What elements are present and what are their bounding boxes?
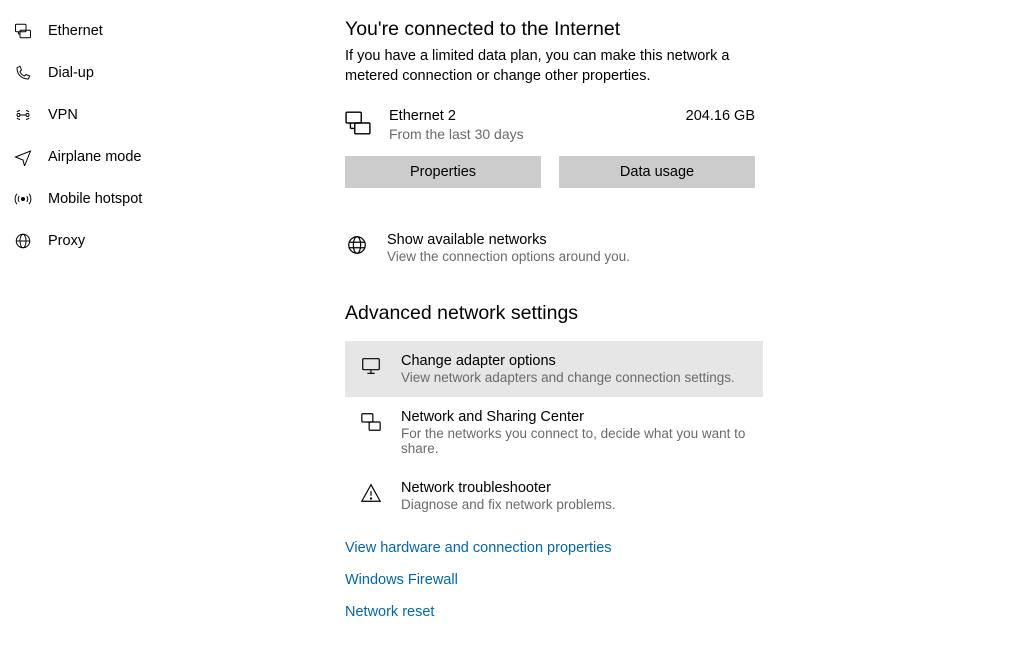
option-title: Network and Sharing Center xyxy=(401,409,749,425)
show-available-networks[interactable]: Show available networks View the connect… xyxy=(345,220,765,276)
ethernet-icon xyxy=(14,22,32,40)
sidebar-item-label: VPN xyxy=(48,107,78,123)
change-adapter-options[interactable]: Change adapter options View network adap… xyxy=(345,341,763,397)
sidebar-item-label: Airplane mode xyxy=(48,149,142,165)
airplane-icon xyxy=(14,148,32,166)
sidebar-item-hotspot[interactable]: Mobile hotspot xyxy=(0,178,305,220)
connection-name: Ethernet 2 xyxy=(389,108,524,124)
option-sub: View network adapters and change connect… xyxy=(401,370,735,385)
sidebar-item-proxy[interactable]: Proxy xyxy=(0,220,305,262)
option-title: Change adapter options xyxy=(401,353,735,369)
page-heading: You're connected to the Internet xyxy=(345,18,982,41)
sidebar-item-airplane[interactable]: Airplane mode xyxy=(0,136,305,178)
data-usage-button[interactable]: Data usage xyxy=(559,156,755,188)
ethernet-large-icon xyxy=(345,110,371,136)
option-title: Network troubleshooter xyxy=(401,480,616,496)
connection-usage: 204.16 GB xyxy=(686,108,755,124)
sidebar: Ethernet Dial-up VPN Airplane mode Mobil… xyxy=(0,0,305,649)
vpn-icon xyxy=(14,106,32,124)
option-sub: For the networks you connect to, decide … xyxy=(401,426,749,456)
connection-sub: From the last 30 days xyxy=(389,126,524,142)
option-title: Show available networks xyxy=(387,232,751,248)
section-heading-advanced: Advanced network settings xyxy=(345,302,982,325)
phone-icon xyxy=(14,64,32,82)
sidebar-item-vpn[interactable]: VPN xyxy=(0,94,305,136)
adapter-icon xyxy=(359,354,383,378)
page-subtext: If you have a limited data plan, you can… xyxy=(345,47,755,86)
sidebar-item-label: Ethernet xyxy=(48,23,103,39)
option-sub: Diagnose and fix network problems. xyxy=(401,497,616,512)
connection-row: Ethernet 2 From the last 30 days 204.16 … xyxy=(345,108,755,142)
sharing-icon xyxy=(359,410,383,434)
main-content: You're connected to the Internet If you … xyxy=(305,0,1022,649)
network-sharing-center[interactable]: Network and Sharing Center For the netwo… xyxy=(345,397,763,468)
globe-icon xyxy=(14,232,32,250)
sidebar-item-label: Dial-up xyxy=(48,65,94,81)
sidebar-item-label: Proxy xyxy=(48,233,85,249)
warning-icon xyxy=(359,481,383,505)
network-troubleshooter[interactable]: Network troubleshooter Diagnose and fix … xyxy=(345,468,763,524)
option-sub: View the connection options around you. xyxy=(387,249,751,264)
link-windows-firewall[interactable]: Windows Firewall xyxy=(345,572,458,588)
hotspot-icon xyxy=(14,190,32,208)
sidebar-item-ethernet[interactable]: Ethernet xyxy=(0,10,305,52)
link-hardware-properties[interactable]: View hardware and connection properties xyxy=(345,540,612,556)
properties-button[interactable]: Properties xyxy=(345,156,541,188)
button-row: Properties Data usage xyxy=(345,156,755,188)
sidebar-item-label: Mobile hotspot xyxy=(48,191,142,207)
link-network-reset[interactable]: Network reset xyxy=(345,604,434,620)
globe-lines-icon xyxy=(345,233,369,257)
sidebar-item-dialup[interactable]: Dial-up xyxy=(0,52,305,94)
